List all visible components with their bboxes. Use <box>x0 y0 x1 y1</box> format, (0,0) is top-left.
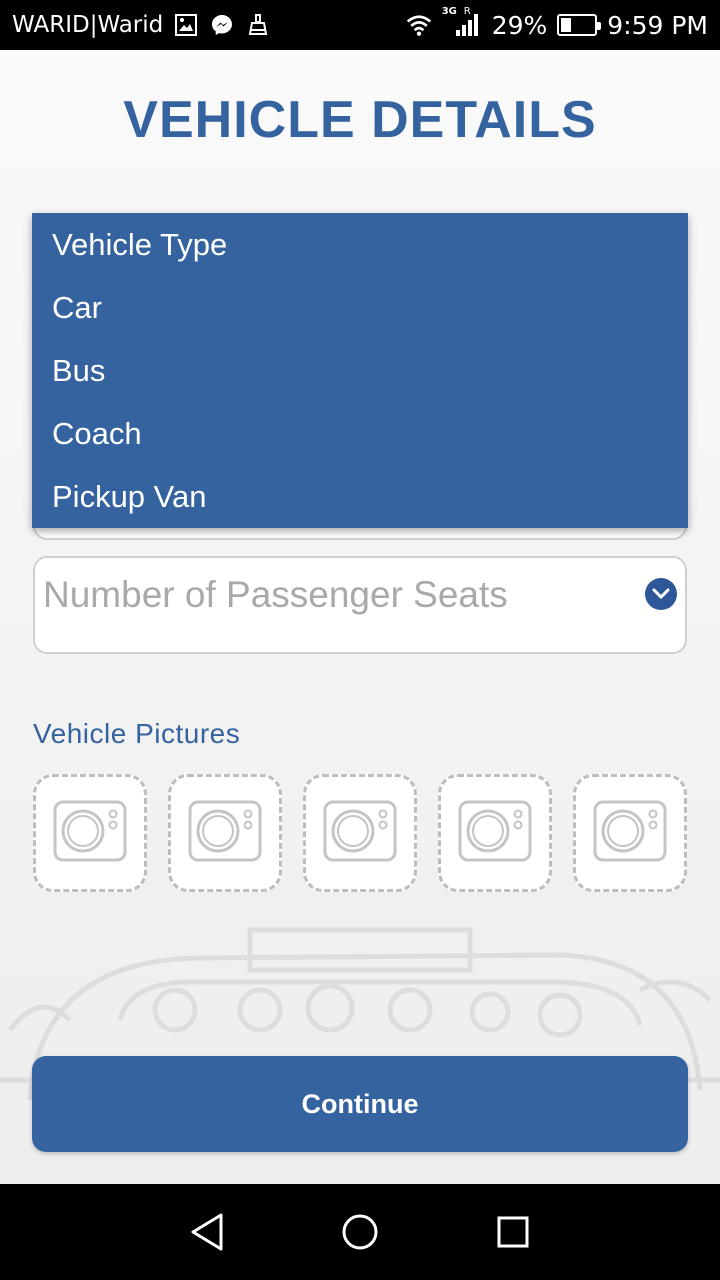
messenger-icon <box>209 12 235 38</box>
camera-icon <box>593 800 667 867</box>
network-type: 3G <box>441 6 457 17</box>
roaming-indicator: R <box>463 6 471 17</box>
image-notification-icon <box>173 12 199 38</box>
camera-icon <box>458 800 532 867</box>
status-bar: WARID|Warid 3G R 29% 9:59 PM <box>0 0 720 50</box>
chevron-down-icon[interactable] <box>645 578 677 610</box>
vehicle-pictures-label: Vehicle Pictures <box>33 718 241 749</box>
home-icon[interactable] <box>330 1202 390 1262</box>
cleaner-icon <box>245 12 271 38</box>
navigation-bar <box>0 1184 720 1280</box>
status-left: WARID|Warid <box>12 12 271 38</box>
passenger-seats-placeholder: Number of Passenger Seats <box>43 574 508 615</box>
dropdown-item[interactable]: Bus <box>32 339 688 402</box>
vehicle-picture-slot[interactable] <box>33 774 147 892</box>
camera-icon <box>323 800 397 867</box>
status-right: 3G R 29% 9:59 PM <box>406 6 708 40</box>
dropdown-item[interactable]: Vehicle Type <box>32 213 688 276</box>
vehicle-pictures-row <box>33 774 687 892</box>
vehicle-picture-slot[interactable] <box>438 774 552 892</box>
dropdown-item[interactable]: Pickup Van <box>32 465 688 528</box>
vehicle-picture-slot[interactable] <box>303 774 417 892</box>
recents-icon[interactable] <box>483 1202 543 1262</box>
continue-button[interactable]: Continue <box>32 1056 688 1152</box>
page-title: VEHICLE DETAILS <box>123 91 597 149</box>
camera-icon <box>53 800 127 867</box>
vehicle-details-screen: VEHICLE DETAILS Number of Passenger Seat… <box>0 50 720 1184</box>
vehicle-picture-slot[interactable] <box>573 774 687 892</box>
vehicle-picture-slot[interactable] <box>168 774 282 892</box>
battery-level <box>561 18 571 32</box>
wifi-icon <box>406 12 432 38</box>
battery-percentage: 29% <box>491 10 548 40</box>
vehicle-type-dropdown: Vehicle Type Car Bus Coach Pickup Van <box>32 213 688 528</box>
dropdown-item[interactable]: Coach <box>32 402 688 465</box>
battery-icon <box>557 14 602 36</box>
carrier-name: WARID|Warid <box>12 12 164 38</box>
screen: WARID|Warid 3G R 29% 9:59 PM VEHICLE DET… <box>0 0 720 1280</box>
passenger-seats-select[interactable]: Number of Passenger Seats <box>33 556 687 654</box>
back-icon[interactable] <box>177 1202 237 1262</box>
signal-icon: 3G R <box>442 6 482 38</box>
dropdown-item[interactable]: Car <box>32 276 688 339</box>
camera-icon <box>188 800 262 867</box>
clock: 9:59 PM <box>607 10 708 40</box>
